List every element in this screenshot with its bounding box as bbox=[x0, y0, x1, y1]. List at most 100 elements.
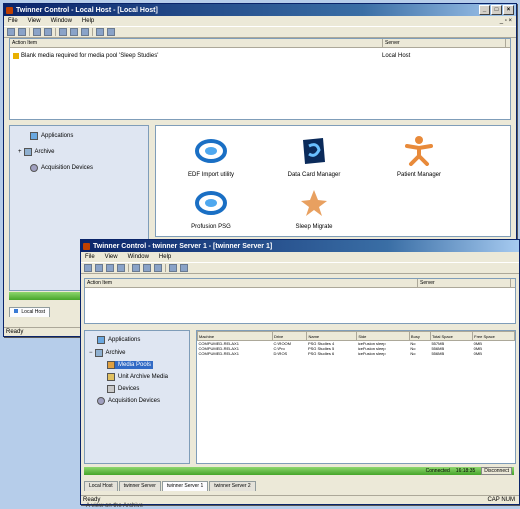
title-bar[interactable]: Twinner Control - Local Host - [Local Ho… bbox=[4, 4, 516, 16]
tree-archive[interactable]: + Archive bbox=[18, 148, 55, 156]
tab-twinner-server-2[interactable]: twinner Server 2 bbox=[209, 481, 256, 491]
patient-manager-icon[interactable] bbox=[404, 134, 434, 166]
media-pools-icon bbox=[107, 361, 115, 369]
col-machine[interactable]: Machine bbox=[197, 331, 273, 341]
new-icon[interactable] bbox=[95, 264, 103, 272]
connection-state: Connected bbox=[425, 468, 450, 474]
tab-local-host[interactable]: Local Host bbox=[84, 481, 118, 491]
sleep-migrate-label[interactable]: Sleep Migrate bbox=[279, 224, 349, 230]
table-row[interactable]: COMPUMED-RELAX1 D:\ROS PSG Studies 6 ice… bbox=[198, 351, 515, 356]
data-card-manager-label[interactable]: Data Card Manager bbox=[279, 172, 349, 178]
print-icon[interactable] bbox=[169, 264, 177, 272]
paste-icon[interactable] bbox=[81, 28, 89, 36]
column-action-item[interactable]: Action Item bbox=[85, 279, 418, 287]
warning-icon bbox=[13, 53, 19, 59]
minimize-icon[interactable]: _ bbox=[479, 5, 490, 15]
action-list-header: Action Item Server bbox=[85, 279, 515, 288]
menu-window[interactable]: Window bbox=[51, 18, 72, 24]
acquisition-icon bbox=[97, 397, 105, 405]
connection-time: 16:18:35 bbox=[455, 468, 476, 474]
connect-icon[interactable] bbox=[106, 264, 114, 272]
col-busy[interactable]: Busy bbox=[408, 331, 431, 341]
help-icon[interactable] bbox=[180, 264, 188, 272]
tab-twinner-server-1[interactable]: twinner Server 1 bbox=[161, 481, 209, 491]
tree-unit-archive-label: Unit Archive Media bbox=[118, 374, 169, 380]
col-free-space[interactable]: Free Space bbox=[472, 331, 515, 341]
action-list: Action Item Server Blank media required … bbox=[9, 38, 511, 120]
tree-applications[interactable]: Applications bbox=[97, 336, 140, 344]
cell-machine: COMPUMED-RELAX1 bbox=[198, 351, 239, 356]
tree-acquisition[interactable]: Acquisition Devices bbox=[30, 164, 93, 172]
col-side[interactable]: Side bbox=[356, 331, 410, 341]
acquisition-icon bbox=[30, 164, 38, 172]
toolbar-separator bbox=[165, 264, 166, 272]
col-name[interactable]: Name bbox=[306, 331, 358, 341]
menu-window[interactable]: Window bbox=[128, 254, 149, 260]
tree-acquisition-label: Acquisition Devices bbox=[41, 165, 94, 171]
paste-icon[interactable] bbox=[154, 264, 162, 272]
devices-icon bbox=[107, 385, 115, 393]
data-card-manager-icon[interactable] bbox=[299, 136, 329, 166]
col-drive[interactable]: Drive bbox=[271, 331, 308, 341]
connect-icon[interactable] bbox=[33, 28, 41, 36]
archive-icon bbox=[94, 349, 103, 357]
tree-archive-label: Archive bbox=[105, 350, 126, 356]
menu-help[interactable]: Help bbox=[82, 18, 94, 24]
tree-archive[interactable]: − Archive bbox=[89, 349, 126, 357]
status-indicators: CAP NUM bbox=[487, 497, 515, 503]
tree-archive-label: Archive bbox=[34, 149, 55, 155]
column-action-item[interactable]: Action Item bbox=[10, 39, 383, 47]
cut-icon[interactable] bbox=[59, 28, 67, 36]
unit-archive-icon bbox=[107, 373, 115, 381]
column-server[interactable]: Server bbox=[418, 279, 511, 287]
profusion-psg-label[interactable]: Profusion PSG bbox=[176, 224, 246, 230]
help-icon[interactable] bbox=[107, 28, 115, 36]
edf-import-icon[interactable] bbox=[194, 136, 228, 166]
copy-icon[interactable] bbox=[143, 264, 151, 272]
profusion-psg-icon[interactable] bbox=[194, 188, 228, 218]
cell-total: 556MB bbox=[431, 351, 445, 356]
copy-icon[interactable] bbox=[70, 28, 78, 36]
cell-drive: D:\ROS bbox=[273, 351, 288, 356]
tree-devices[interactable]: Devices bbox=[107, 385, 139, 393]
cut-icon[interactable] bbox=[132, 264, 140, 272]
tab-local-host[interactable]: Local Host bbox=[9, 307, 51, 317]
cell-side: iceFusion sleep bbox=[357, 351, 386, 356]
disconnect-icon[interactable] bbox=[44, 28, 52, 36]
tab-twinner-server[interactable]: twinner Server bbox=[118, 481, 161, 491]
tree-acquisition[interactable]: Acquisition Devices bbox=[97, 397, 160, 405]
refresh-icon[interactable] bbox=[84, 264, 92, 272]
new-icon[interactable] bbox=[18, 28, 26, 36]
collapse-icon[interactable]: − bbox=[89, 350, 93, 356]
sleep-migrate-icon[interactable] bbox=[299, 188, 329, 218]
menu-file[interactable]: File bbox=[8, 18, 18, 24]
mdi-controls[interactable]: _ ▫ × bbox=[500, 18, 516, 24]
column-server[interactable]: Server bbox=[383, 39, 506, 47]
col-total-space[interactable]: Total Space bbox=[429, 331, 474, 341]
menu-help[interactable]: Help bbox=[159, 254, 171, 260]
expand-icon[interactable]: + bbox=[18, 149, 22, 155]
menu-bar: File View Window Help bbox=[81, 252, 519, 262]
close-icon[interactable]: × bbox=[503, 5, 514, 15]
tab-local-host-label: Local Host bbox=[21, 309, 46, 315]
tree-unit-archive[interactable]: Unit Archive Media bbox=[107, 373, 168, 381]
tree-media-pools[interactable]: Media Pools bbox=[107, 361, 154, 369]
action-row[interactable]: Blank media required for media pool 'Sle… bbox=[10, 51, 510, 61]
maximize-icon[interactable]: □ bbox=[491, 5, 502, 15]
tree-applications[interactable]: Applications bbox=[30, 132, 73, 140]
patient-manager-label[interactable]: Patient Manager bbox=[384, 172, 454, 178]
title-bar[interactable]: Twinner Control - twinner Server 1 - [tw… bbox=[81, 240, 519, 252]
print-icon[interactable] bbox=[96, 28, 104, 36]
tree-applications-label: Applications bbox=[41, 133, 74, 139]
disconnect-icon[interactable] bbox=[117, 264, 125, 272]
applications-view: EDF Import utility Data Card Manager Pat… bbox=[155, 125, 511, 237]
edf-import-label[interactable]: EDF Import utility bbox=[176, 172, 246, 178]
disconnect-button[interactable]: Disconnect bbox=[481, 467, 512, 475]
caption: A view on the Archive bbox=[86, 503, 144, 509]
server-tabs: Local Host twinner Server twinner Server… bbox=[84, 481, 257, 491]
tree-devices-label: Devices bbox=[118, 386, 140, 392]
menu-view[interactable]: View bbox=[28, 18, 41, 24]
menu-file[interactable]: File bbox=[85, 254, 95, 260]
refresh-icon[interactable] bbox=[7, 28, 15, 36]
menu-view[interactable]: View bbox=[105, 254, 118, 260]
